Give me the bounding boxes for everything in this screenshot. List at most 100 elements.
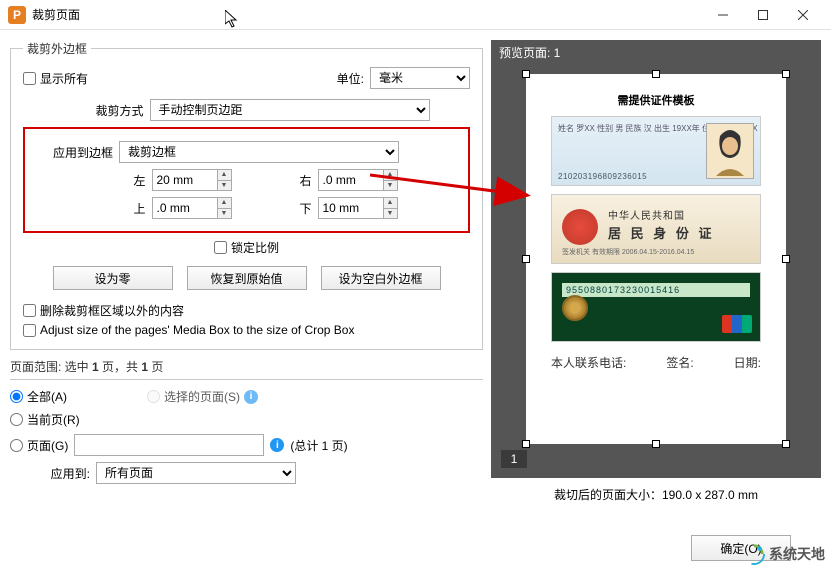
range-current-radio[interactable]: 当前页(R) xyxy=(10,411,80,428)
bank-card-number: 9550880173230015416 xyxy=(562,283,750,297)
page-thumbnail[interactable]: 需提供证件模板 姓名 罗XX 性别 男 民族 汉 出生 19XX年 住址 XXX… xyxy=(526,74,786,444)
footer-date: 日期: xyxy=(734,354,761,371)
watermark-logo-icon xyxy=(743,543,765,565)
chip-icon xyxy=(562,295,588,321)
set-blank-button[interactable]: 设为空白外边框 xyxy=(321,266,441,290)
crop-handle[interactable] xyxy=(652,70,660,78)
apply-to-label: 应用到: xyxy=(10,465,90,482)
lock-ratio-checkbox[interactable]: 锁定比例 xyxy=(214,239,279,256)
apply-to-select[interactable]: 所有页面 xyxy=(96,462,296,484)
id-card-back: 中华人民共和国 居 民 身 份 证 签发机关 有效期限 2006.04.15-2… xyxy=(551,194,761,264)
title-bar: P 裁剪页面 xyxy=(0,0,831,30)
top-margin-label: 上 xyxy=(96,200,146,217)
watermark-text: 系统天地 xyxy=(769,544,825,564)
adjust-media-checkbox[interactable]: Adjust size of the pages' Media Box to t… xyxy=(23,323,470,337)
crop-handle[interactable] xyxy=(522,70,530,78)
crop-handle[interactable] xyxy=(782,70,790,78)
range-all-input[interactable] xyxy=(10,390,23,403)
range-pages-input[interactable] xyxy=(10,439,23,452)
page-range-title: 页面范围: 选中 1 页，共 1 页 xyxy=(10,358,483,375)
highlighted-region: 应用到边框 裁剪边框 左 ▲▼ 右 xyxy=(23,127,470,233)
range-selected-radio[interactable]: 选择的页面(S) i xyxy=(147,388,258,405)
restore-button[interactable]: 恢复到原始值 xyxy=(187,266,307,290)
minimize-button[interactable] xyxy=(703,0,743,30)
id-portrait xyxy=(706,123,754,179)
range-current-input[interactable] xyxy=(10,413,23,426)
close-button[interactable] xyxy=(783,0,823,30)
left-margin-label: 左 xyxy=(96,172,146,189)
crop-method-select[interactable]: 手动控制页边距 xyxy=(150,99,430,121)
range-pages-label: 页面(G) xyxy=(27,437,68,454)
footer-sign: 签名: xyxy=(666,354,693,371)
remove-outside-checkbox[interactable]: 删除裁剪框区域以外的内容 xyxy=(23,302,470,319)
unit-select[interactable]: 毫米 xyxy=(370,67,470,89)
show-all-checkbox[interactable]: 显示所有 xyxy=(23,70,88,87)
range-total-label: (总计 1 页) xyxy=(290,437,347,454)
range-all-radio[interactable]: 全部(A) xyxy=(10,388,67,405)
card-line1: 中华人民共和国 xyxy=(608,207,685,222)
bank-card: 9550880173230015416 xyxy=(551,272,761,342)
spin-down-icon[interactable]: ▼ xyxy=(383,181,397,191)
range-selected-label: 选择的页面(S) xyxy=(164,388,240,405)
window-title: 裁剪页面 xyxy=(32,6,703,23)
apply-frame-label: 应用到边框 xyxy=(33,144,113,161)
divider xyxy=(10,379,483,380)
page-range-section: 页面范围: 选中 1 页，共 1 页 全部(A) 选择的页面(S) i 当前页(… xyxy=(10,358,483,490)
info-icon[interactable]: i xyxy=(244,390,258,404)
range-all-label: 全部(A) xyxy=(27,388,67,405)
bottom-margin-spin[interactable]: ▲▼ xyxy=(318,197,398,219)
preview-body: 需提供证件模板 姓名 罗XX 性别 男 民族 汉 出生 19XX年 住址 XXX… xyxy=(491,64,821,478)
doc-footer: 本人联系电话: 签名: 日期: xyxy=(551,354,761,371)
remove-outside-input[interactable] xyxy=(23,304,36,317)
range-selected-input xyxy=(147,390,160,403)
set-zero-button[interactable]: 设为零 xyxy=(53,266,173,290)
adjust-media-input[interactable] xyxy=(23,324,36,337)
card-line3: 签发机关 有效期限 2006.04.15-2016.04.15 xyxy=(562,247,694,257)
right-margin-label: 右 xyxy=(262,172,312,189)
range-pages-radio[interactable]: 页面(G) xyxy=(10,437,68,454)
spin-up-icon[interactable]: ▲ xyxy=(383,170,397,181)
spin-down-icon[interactable]: ▼ xyxy=(383,209,397,219)
id-card-front: 姓名 罗XX 性别 男 民族 汉 出生 19XX年 住址 XXXXXXX 210… xyxy=(551,116,761,186)
outer-margin-legend: 裁剪外边框 xyxy=(23,40,91,57)
card-line2: 居 民 身 份 证 xyxy=(608,223,714,242)
lock-ratio-label: 锁定比例 xyxy=(231,239,279,256)
remove-outside-label: 删除裁剪框区域以外的内容 xyxy=(40,302,184,319)
preview-size-label: 裁切后的页面大小：190.0 x 287.0 mm xyxy=(491,478,821,511)
doc-title: 需提供证件模板 xyxy=(618,92,695,108)
spin-up-icon[interactable]: ▲ xyxy=(383,198,397,209)
lock-ratio-input[interactable] xyxy=(214,241,227,254)
maximize-button[interactable] xyxy=(743,0,783,30)
spin-down-icon[interactable]: ▼ xyxy=(217,209,231,219)
id-number: 210203196809236015 xyxy=(558,172,647,181)
unionpay-icon xyxy=(722,315,752,333)
range-pages-field[interactable] xyxy=(74,434,264,456)
top-margin-spin[interactable]: ▲▼ xyxy=(152,197,232,219)
crop-method-label: 裁剪方式 xyxy=(64,102,144,119)
close-icon xyxy=(798,10,808,20)
spin-down-icon[interactable]: ▼ xyxy=(217,181,231,191)
show-all-input[interactable] xyxy=(23,72,36,85)
spin-up-icon[interactable]: ▲ xyxy=(217,198,231,209)
minimize-icon xyxy=(718,10,728,20)
page-number-tab[interactable]: 1 xyxy=(501,450,527,468)
info-icon[interactable]: i xyxy=(270,438,284,452)
crop-handle[interactable] xyxy=(522,255,530,263)
crop-handle[interactable] xyxy=(782,255,790,263)
right-margin-spin[interactable]: ▲▼ xyxy=(318,169,398,191)
watermark: 系统天地 xyxy=(743,543,825,565)
apply-frame-select[interactable]: 裁剪边框 xyxy=(119,141,399,163)
footer-contact: 本人联系电话: xyxy=(551,354,626,371)
left-margin-spin[interactable]: ▲▼ xyxy=(152,169,232,191)
unit-label: 单位: xyxy=(337,70,364,87)
outer-margin-group: 裁剪外边框 显示所有 单位: 毫米 裁剪方式 xyxy=(10,40,483,350)
adjust-media-label: Adjust size of the pages' Media Box to t… xyxy=(40,323,354,337)
crop-handle[interactable] xyxy=(652,440,660,448)
crop-handle[interactable] xyxy=(522,440,530,448)
spin-up-icon[interactable]: ▲ xyxy=(217,170,231,181)
preview-header: 预览页面: 1 xyxy=(491,40,821,64)
app-icon: P xyxy=(8,6,26,24)
crop-handle[interactable] xyxy=(782,440,790,448)
range-current-label: 当前页(R) xyxy=(27,411,80,428)
show-all-label: 显示所有 xyxy=(40,70,88,87)
